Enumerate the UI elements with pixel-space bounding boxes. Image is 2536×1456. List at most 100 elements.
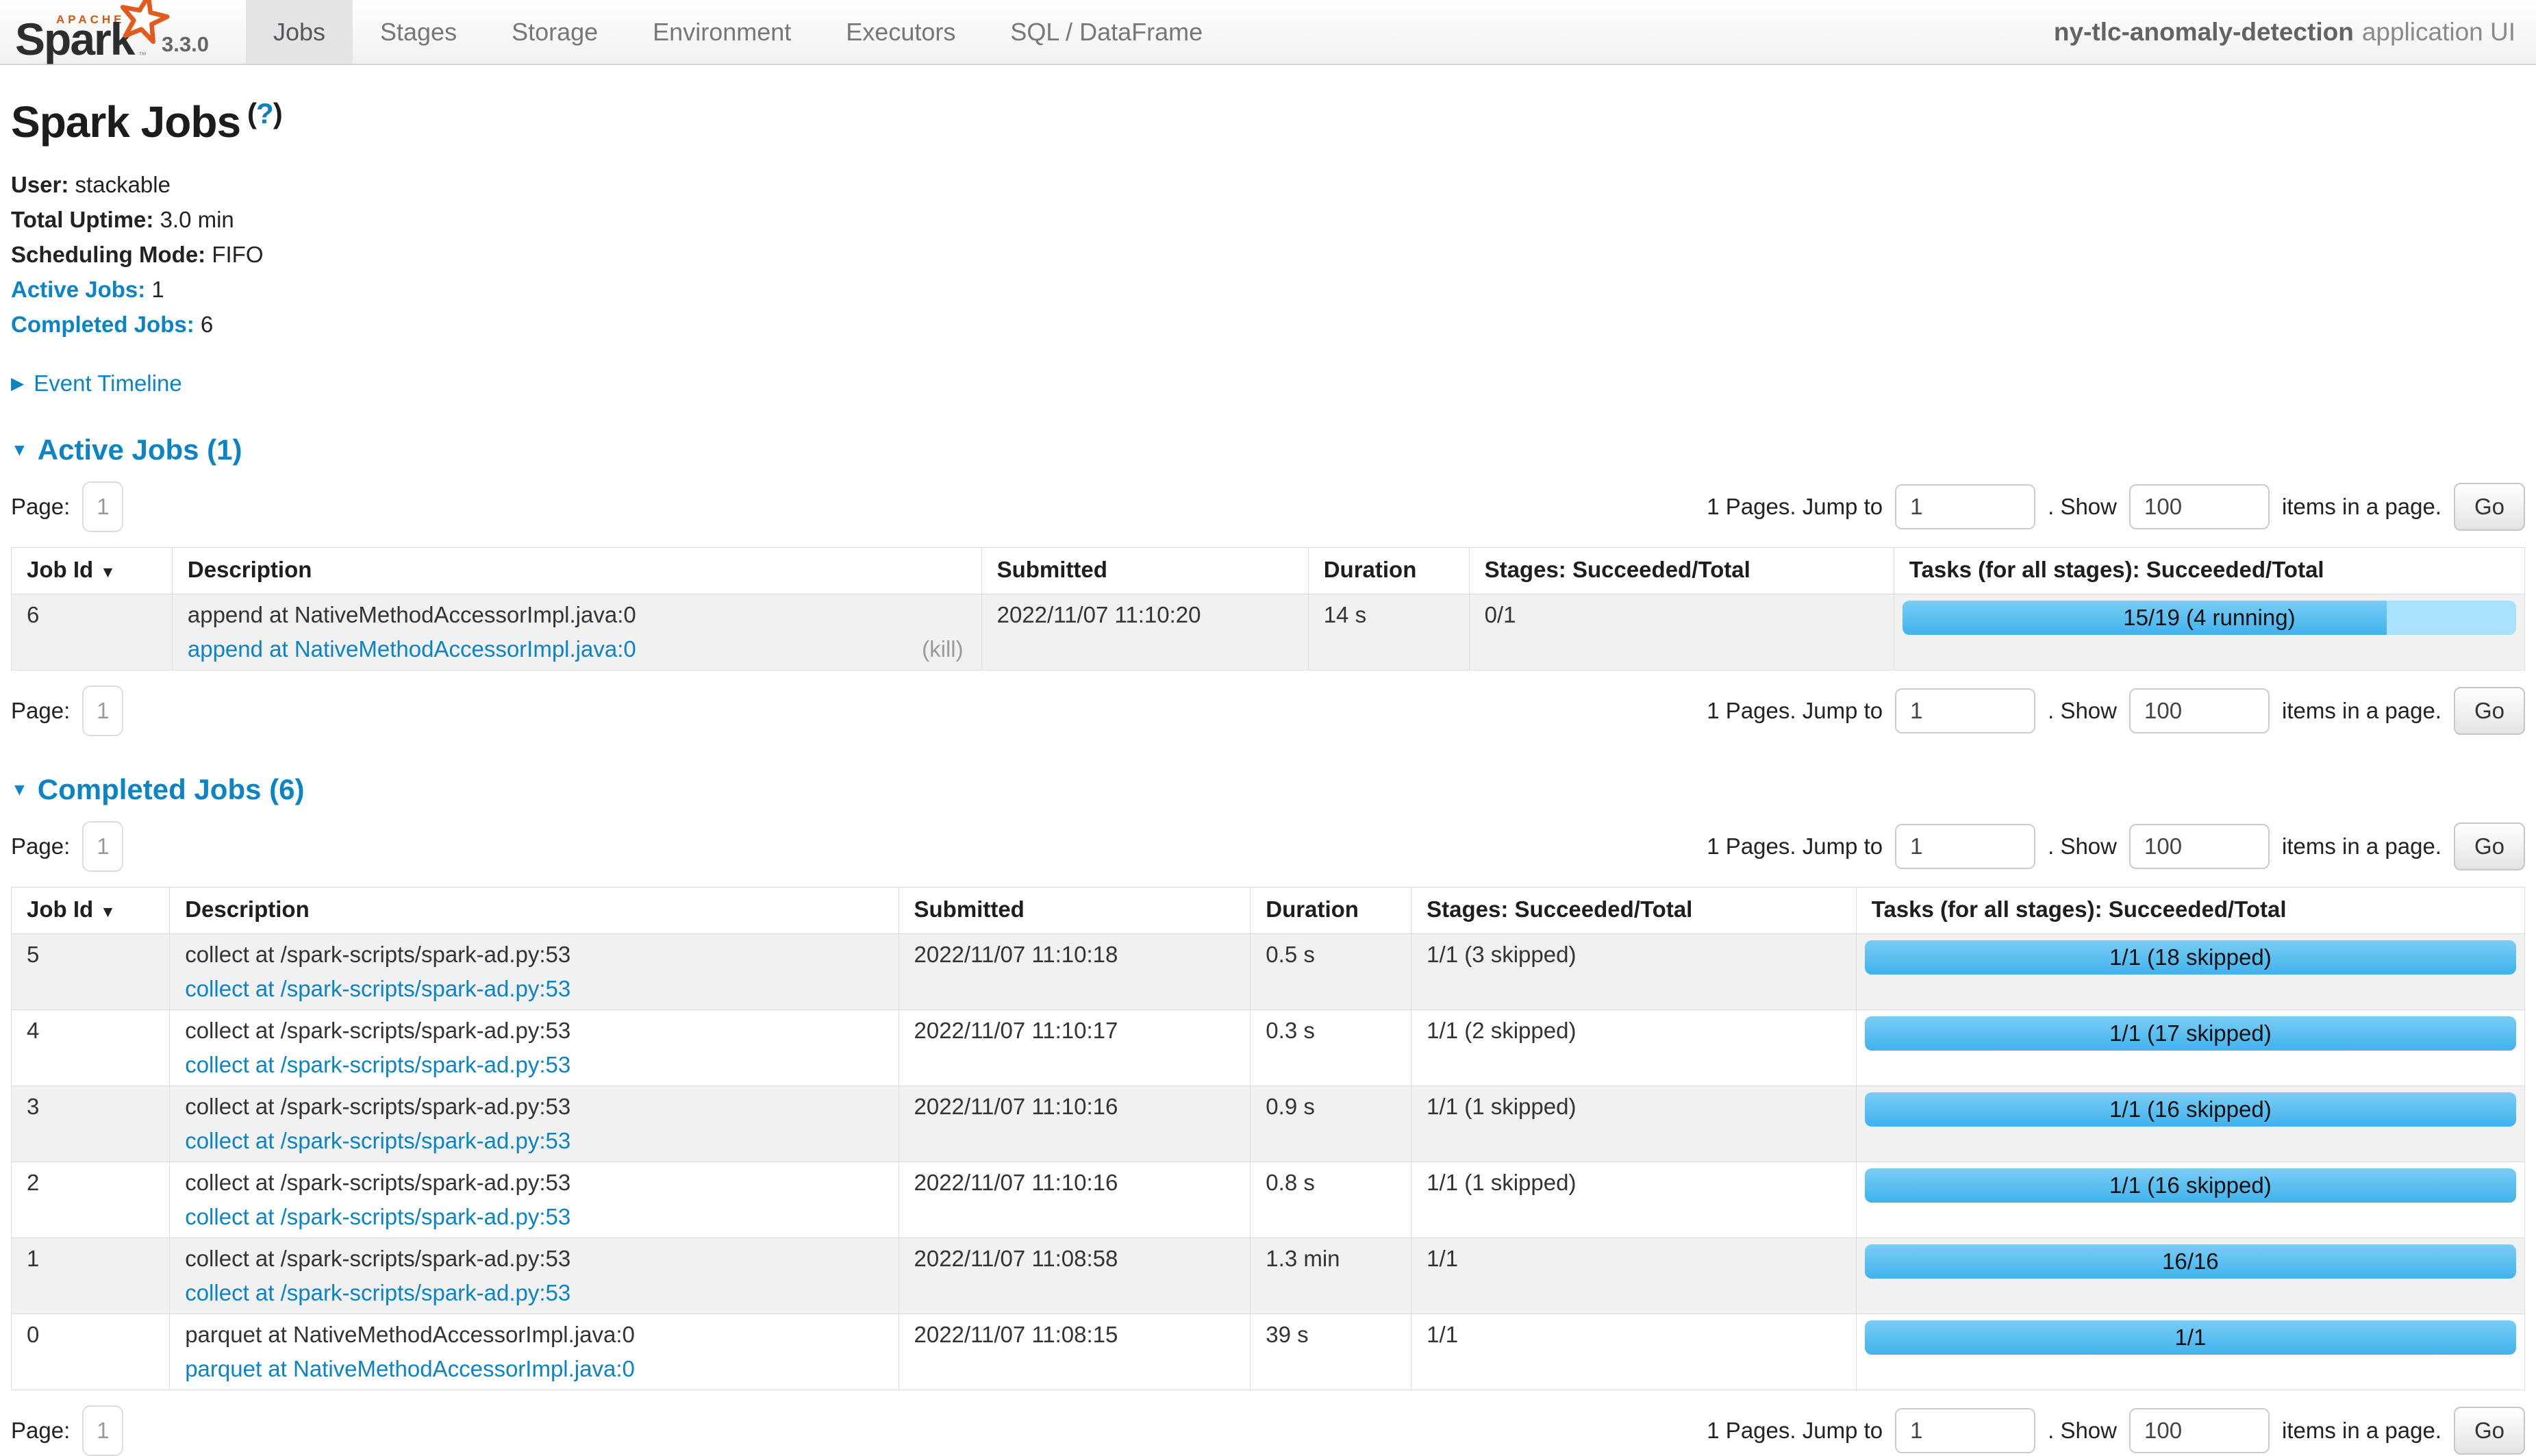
jump-to-page-input[interactable] — [1895, 824, 2035, 869]
items-text: items in a page. — [2282, 1418, 2441, 1444]
tab-environment[interactable]: Environment — [625, 0, 818, 64]
tab-sql-dataframe[interactable]: SQL / DataFrame — [983, 0, 1230, 64]
help-question-icon: ? — [256, 97, 273, 129]
show-text: . Show — [2048, 494, 2117, 520]
go-button[interactable]: Go — [2454, 1407, 2525, 1455]
job-submitted-cell: 2022/11/07 11:10:16 — [899, 1086, 1251, 1162]
job-description-link[interactable]: collect at /spark-scripts/spark-ad.py:53 — [185, 976, 570, 1002]
tab-executors[interactable]: Executors — [818, 0, 983, 64]
task-progress-bar: 1/1 (16 skipped) — [1865, 1092, 2516, 1127]
column-header-2[interactable]: Submitted — [981, 548, 1308, 594]
items-per-page-input[interactable] — [2129, 1408, 2270, 1453]
completed-jobs-pagination-bottom: Page: 1 Pages. Jump to . Show items in a… — [11, 1405, 2525, 1456]
kill-link[interactable]: (kill) — [922, 636, 966, 662]
summary-completed-jobs: Completed Jobs: 6 — [11, 312, 2525, 338]
summary-active-jobs: Active Jobs: 1 — [11, 277, 2525, 303]
task-progress-bar: 1/1 (16 skipped) — [1865, 1168, 2516, 1203]
column-header-4[interactable]: Stages: Succeeded/Total — [1411, 888, 1857, 934]
job-duration-cell: 0.5 s — [1251, 934, 1411, 1010]
job-id-cell: 1 — [12, 1238, 170, 1314]
job-id-cell: 5 — [12, 934, 170, 1010]
job-stages-cell: 1/1 (3 skipped) — [1411, 934, 1857, 1010]
table-row: 2 collect at /spark-scripts/spark-ad.py:5… — [12, 1162, 2525, 1238]
spark-version: 3.3.0 — [162, 32, 209, 57]
completed-jobs-header[interactable]: ▼ Completed Jobs (6) — [11, 773, 2525, 806]
column-header-5[interactable]: Tasks (for all stages): Succeeded/Total — [1894, 548, 2524, 594]
items-per-page-input[interactable] — [2129, 824, 2270, 869]
page-number-input[interactable] — [82, 686, 123, 736]
job-tasks-cell: 1/1 (17 skipped) — [1856, 1010, 2524, 1086]
items-per-page-input[interactable] — [2129, 688, 2270, 733]
column-header-label: Submitted — [914, 896, 1025, 922]
help-paren-open: ( — [247, 97, 256, 129]
job-tasks-cell: 1/1 — [1856, 1314, 2524, 1390]
expand-arrow-icon: ▶ — [11, 373, 24, 394]
summary-completed-jobs-value: 6 — [201, 312, 213, 337]
event-timeline-toggle[interactable]: ▶ Event Timeline — [11, 371, 2525, 397]
job-description: collect at /spark-scripts/spark-ad.py:53 — [185, 1246, 883, 1272]
column-header-0[interactable]: Job Id▼ — [12, 548, 173, 594]
job-description-link[interactable]: collect at /spark-scripts/spark-ad.py:53 — [185, 1052, 570, 1078]
job-description-link[interactable]: parquet at NativeMethodAccessorImpl.java… — [185, 1356, 635, 1382]
column-header-5[interactable]: Tasks (for all stages): Succeeded/Total — [1856, 888, 2524, 934]
page-number-input[interactable] — [82, 481, 123, 532]
job-tasks-cell: 15/19 (4 running) — [1894, 594, 2524, 670]
column-header-1[interactable]: Description — [170, 888, 899, 934]
page-label: Page: — [11, 833, 70, 859]
jump-to-page-input[interactable] — [1895, 688, 2035, 733]
column-header-label: Stages: Succeeded/Total — [1485, 557, 1750, 582]
task-progress-label: 15/19 (4 running) — [1903, 601, 2516, 635]
column-header-label: Description — [185, 896, 310, 922]
collapse-arrow-icon: ▼ — [11, 440, 28, 460]
tab-stages[interactable]: Stages — [353, 0, 484, 64]
job-id-cell: 2 — [12, 1162, 170, 1238]
job-description-link[interactable]: append at NativeMethodAccessorImpl.java:… — [188, 636, 636, 662]
job-description-cell: parquet at NativeMethodAccessorImpl.java… — [170, 1314, 899, 1390]
column-header-1[interactable]: Description — [172, 548, 981, 594]
task-progress-label: 1/1 (16 skipped) — [1865, 1168, 2516, 1203]
page-label: Page: — [11, 494, 70, 520]
task-progress-label: 1/1 (17 skipped) — [1865, 1016, 2516, 1051]
job-submitted-cell: 2022/11/07 11:08:15 — [899, 1314, 1251, 1390]
job-description: parquet at NativeMethodAccessorImpl.java… — [185, 1322, 883, 1348]
items-text: items in a page. — [2282, 494, 2441, 520]
job-submitted-cell: 2022/11/07 11:10:17 — [899, 1010, 1251, 1086]
column-header-0[interactable]: Job Id▼ — [12, 888, 170, 934]
column-header-2[interactable]: Submitted — [899, 888, 1251, 934]
summary-completed-jobs-link[interactable]: Completed Jobs: — [11, 312, 194, 337]
items-per-page-input[interactable] — [2129, 484, 2270, 529]
application-name: ny-tlc-anomaly-detection — [2054, 18, 2354, 47]
job-duration-cell: 1.3 min — [1251, 1238, 1411, 1314]
jump-to-page-input[interactable] — [1895, 484, 2035, 529]
page-number-input[interactable] — [82, 821, 123, 872]
column-header-label: Duration — [1266, 896, 1359, 922]
job-duration-cell: 14 s — [1308, 594, 1469, 670]
job-description-link[interactable]: collect at /spark-scripts/spark-ad.py:53 — [185, 1280, 570, 1306]
help-link[interactable]: (?) — [247, 97, 282, 129]
go-button[interactable]: Go — [2454, 823, 2525, 870]
go-button[interactable]: Go — [2454, 687, 2525, 735]
summary-active-jobs-link[interactable]: Active Jobs: — [11, 277, 145, 302]
jump-to-page-input[interactable] — [1895, 1408, 2035, 1453]
column-header-3[interactable]: Duration — [1308, 548, 1469, 594]
job-description-link[interactable]: collect at /spark-scripts/spark-ad.py:53 — [185, 1128, 570, 1154]
job-description-link[interactable]: collect at /spark-scripts/spark-ad.py:53 — [185, 1204, 570, 1230]
column-header-label: Tasks (for all stages): Succeeded/Total — [1872, 896, 2287, 922]
column-header-label: Job Id — [27, 557, 93, 582]
page-label: Page: — [11, 698, 70, 724]
page-number-input[interactable] — [82, 1405, 123, 1456]
column-header-3[interactable]: Duration — [1251, 888, 1411, 934]
active-jobs-header[interactable]: ▼ Active Jobs (1) — [11, 434, 2525, 466]
table-row: 5 collect at /spark-scripts/spark-ad.py:5… — [12, 934, 2525, 1010]
active-jobs-pagination-top: Page: 1 Pages. Jump to . Show items in a… — [11, 481, 2525, 532]
application-title: ny-tlc-anomaly-detection application UI — [2054, 0, 2536, 64]
go-button[interactable]: Go — [2454, 483, 2525, 531]
tab-storage[interactable]: Storage — [484, 0, 625, 64]
column-header-4[interactable]: Stages: Succeeded/Total — [1469, 548, 1894, 594]
summary-uptime: Total Uptime: 3.0 min — [11, 207, 2525, 233]
summary-active-jobs-value: 1 — [151, 277, 164, 302]
active-jobs-table: Job Id▼DescriptionSubmittedDuration Stage… — [11, 547, 2525, 670]
column-header-label: Job Id — [27, 896, 93, 922]
nav-tabs: Jobs Stages Storage Environment Executor… — [246, 0, 1230, 64]
tab-jobs[interactable]: Jobs — [246, 0, 353, 64]
